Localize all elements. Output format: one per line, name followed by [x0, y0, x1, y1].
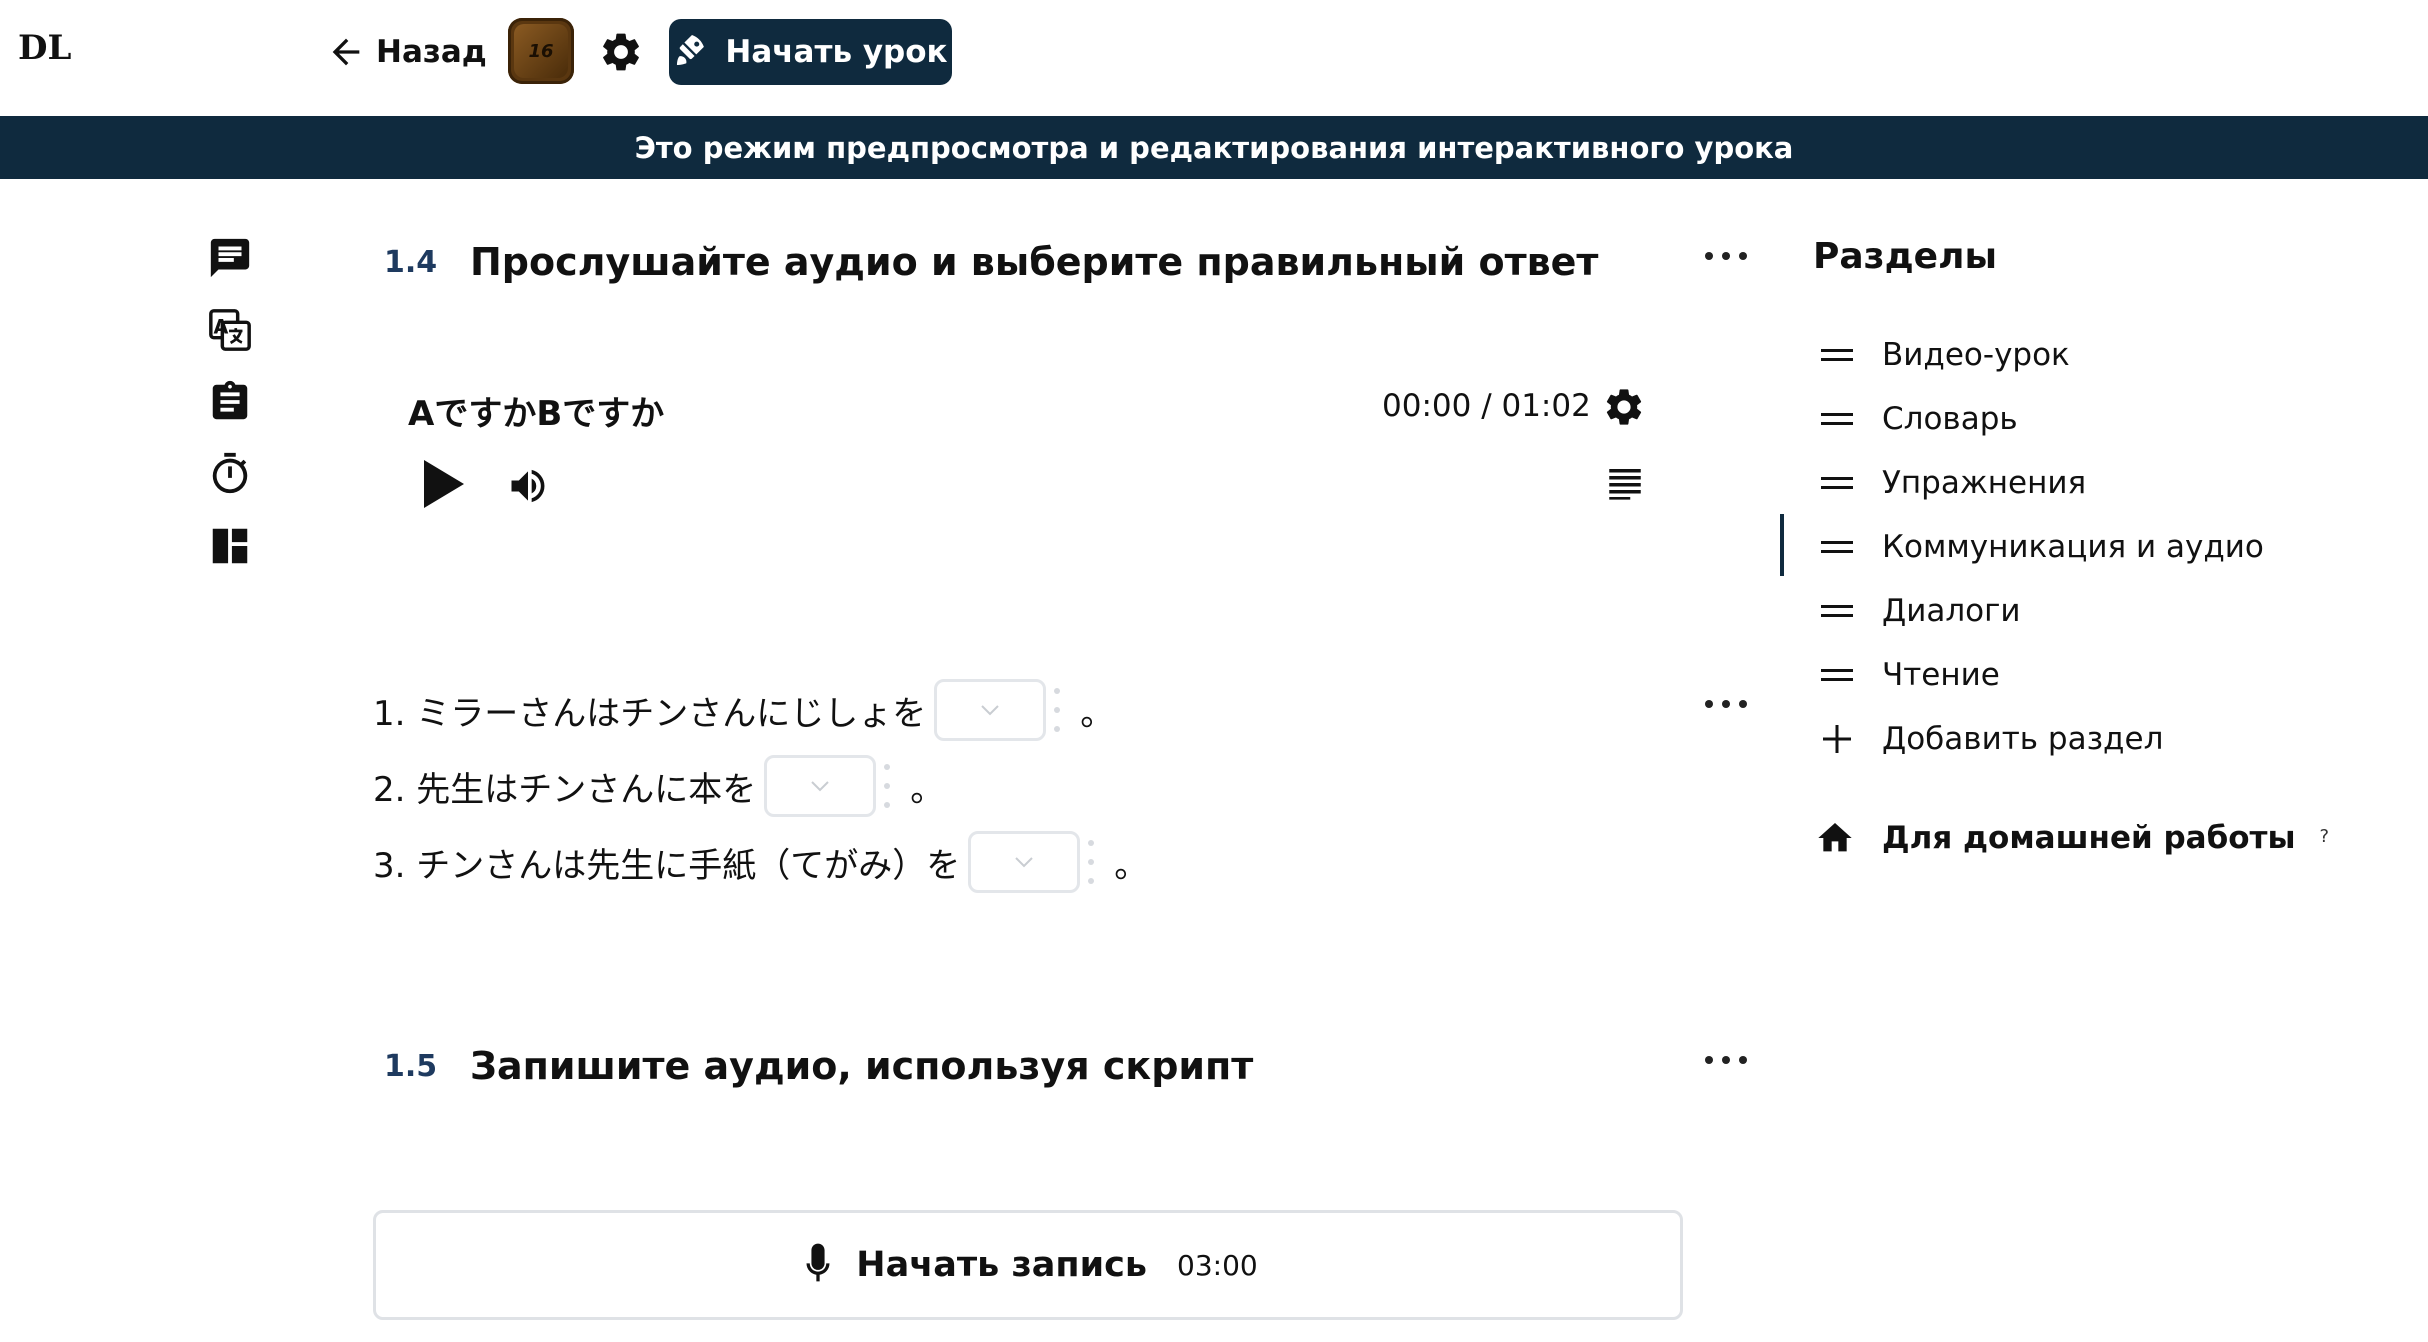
rocket-icon — [673, 31, 711, 73]
drag-lines-icon — [1818, 660, 1856, 690]
answer-select[interactable] — [968, 831, 1081, 893]
sidebar-item-label: Словарь — [1882, 401, 2018, 437]
preview-mode-banner: Это режим предпросмотра и редактирования… — [0, 116, 2428, 179]
settings-gear-icon[interactable] — [598, 29, 644, 75]
sidebar-item-dictionary[interactable]: Словарь — [1818, 395, 2018, 443]
section-title: Запишите аудио, используя скрипт — [470, 1044, 1254, 1088]
help-icon[interactable]: ? — [2320, 826, 2330, 847]
sidebar-item-label: Видео-урок — [1882, 337, 2070, 373]
answer-select[interactable] — [934, 679, 1047, 741]
sidebar-item-communication-audio[interactable]: Коммуникация и аудио — [1818, 523, 2264, 571]
lesson-avatar[interactable]: 16 — [508, 18, 574, 84]
sidebar-active-indicator — [1780, 514, 1784, 576]
question-end: 。 — [1080, 693, 1115, 734]
top-bar: DL Назад 16 Начать урок — [0, 0, 2428, 116]
section-title: Прослушайте аудио и выберите правильный … — [470, 240, 1599, 284]
question-row: 2. 先生はチンさんに本を 。 — [373, 754, 944, 818]
tool-clipboard[interactable] — [204, 376, 256, 428]
recording-time-limit: 03:00 — [1177, 1248, 1258, 1282]
sidebar-item-dialogues[interactable]: Диалоги — [1818, 587, 2021, 635]
transcript-icon[interactable] — [1604, 462, 1646, 504]
question-text: 2. 先生はチンさんに本を — [373, 769, 757, 810]
section-number: 1.4 — [384, 244, 438, 280]
chevron-down-icon — [981, 705, 999, 716]
audio-settings-gear-icon[interactable] — [1602, 385, 1646, 429]
sidebar-item-reading[interactable]: Чтение — [1818, 651, 2000, 699]
layout-icon — [212, 528, 248, 564]
sidebar-item-label: Диалоги — [1882, 593, 2021, 629]
sidebar-item-video-lesson[interactable]: Видео-урок — [1818, 331, 2070, 379]
plus-icon — [1818, 724, 1856, 754]
home-icon — [1818, 823, 1852, 852]
section-number: 1.5 — [384, 1048, 438, 1084]
sidebar-item-label: Коммуникация и аудио — [1882, 529, 2264, 565]
sidebar-item-exercises[interactable]: Упражнения — [1818, 459, 2086, 507]
translate-icon: A — [209, 309, 251, 351]
drag-lines-icon — [1818, 596, 1856, 626]
question-end: 。 — [1114, 845, 1149, 886]
answer-select[interactable] — [764, 755, 877, 817]
start-lesson-label: Начать урок — [725, 34, 948, 70]
section-1-4-more-icon[interactable] — [1705, 246, 1747, 266]
chevron-down-icon — [1015, 857, 1033, 868]
audio-time: 00:00 / 01:02 — [1382, 388, 1591, 424]
drag-handle-icon[interactable] — [1052, 688, 1062, 732]
question-text: 3. チンさんは先生に手紙（てがみ）を — [373, 845, 961, 886]
arrow-left-icon — [326, 32, 366, 72]
back-button[interactable]: Назад — [326, 28, 487, 76]
tool-layout[interactable] — [204, 520, 256, 572]
questions-more-icon[interactable] — [1705, 694, 1747, 714]
drag-handle-icon[interactable] — [1086, 840, 1096, 884]
app-logo[interactable]: DL — [18, 28, 71, 68]
homework-label: Для домашней работы — [1882, 820, 2296, 856]
drag-handle-icon[interactable] — [882, 764, 892, 808]
tool-timer[interactable] — [204, 448, 256, 500]
chat-icon — [210, 238, 250, 278]
section-1-5-header: 1.5 Запишите аудио, используя скрипт — [384, 1036, 1253, 1096]
drag-lines-icon — [1818, 468, 1856, 498]
add-section-button[interactable]: Добавить раздел — [1818, 715, 2163, 763]
sidebar-item-label: Чтение — [1882, 657, 2000, 693]
tool-translate[interactable]: A — [204, 304, 256, 356]
clipboard-icon — [212, 380, 248, 420]
drag-lines-icon — [1818, 532, 1856, 562]
svg-text:A: A — [214, 315, 229, 338]
sidebar-title: Разделы — [1813, 236, 1998, 277]
drag-lines-icon — [1818, 404, 1856, 434]
volume-icon[interactable] — [506, 464, 550, 508]
app-root: DL Назад 16 Начать урок Это режим предпр… — [0, 0, 2428, 1342]
section-1-5-more-icon[interactable] — [1705, 1050, 1747, 1070]
question-text: 1. ミラーさんはチンさんにじしょを — [373, 693, 927, 734]
play-icon[interactable] — [420, 456, 468, 512]
tool-chat[interactable] — [204, 232, 256, 284]
start-lesson-button[interactable]: Начать урок — [669, 19, 952, 85]
start-recording-button[interactable]: Начать запись 03:00 — [373, 1210, 1683, 1320]
chevron-down-icon — [811, 781, 829, 792]
drag-lines-icon — [1818, 340, 1856, 370]
start-recording-label: Начать запись — [856, 1245, 1147, 1285]
audio-title: AですかBですか — [408, 394, 665, 434]
add-section-label: Добавить раздел — [1882, 721, 2164, 757]
avatar-label: 16 — [514, 24, 568, 78]
section-1-4-header: 1.4 Прослушайте аудио и выберите правиль… — [384, 232, 1598, 292]
question-row: 3. チンさんは先生に手紙（てがみ）を 。 — [373, 830, 1148, 894]
question-end: 。 — [910, 769, 945, 810]
sidebar-item-label: Упражнения — [1882, 465, 2087, 501]
tools-column: A — [204, 232, 256, 592]
microphone-icon — [806, 1243, 830, 1282]
question-row: 1. ミラーさんはチンさんにじしょを 。 — [373, 678, 1114, 742]
timer-icon — [212, 452, 248, 494]
back-button-label: Назад — [376, 34, 487, 70]
homework-toggle[interactable]: Для домашней работы ? — [1814, 812, 2329, 864]
